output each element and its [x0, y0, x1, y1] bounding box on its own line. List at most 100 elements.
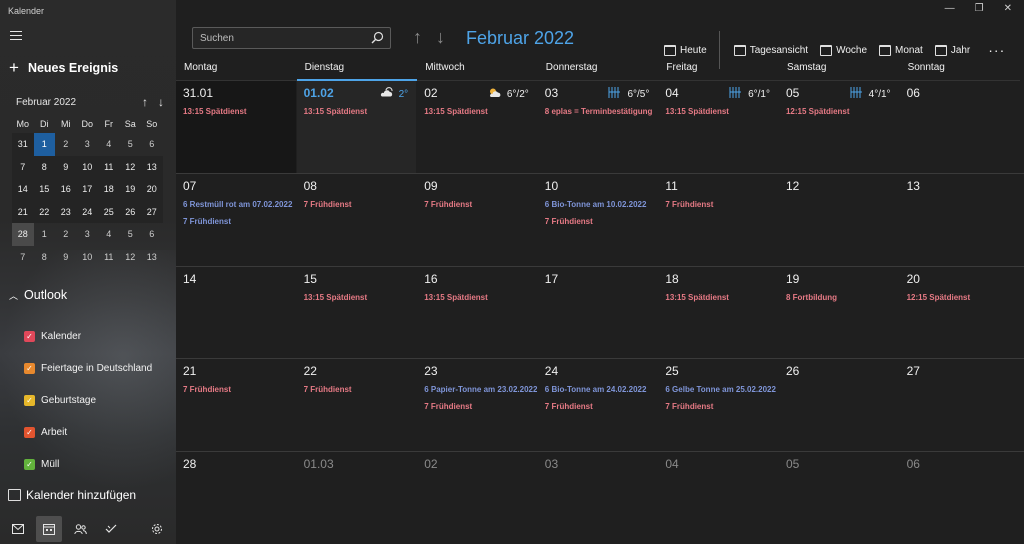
- calendar-item[interactable]: ✓ Arbeit: [24, 416, 152, 448]
- mini-calendar-day[interactable]: 25: [98, 200, 120, 224]
- mini-calendar-day[interactable]: 24: [76, 200, 98, 224]
- mini-calendar-day[interactable]: 5: [120, 223, 142, 246]
- calendar-item[interactable]: ✓ Müll: [24, 448, 152, 480]
- search-box[interactable]: [192, 27, 391, 49]
- event-item[interactable]: 13:15 Spätdienst: [424, 293, 537, 303]
- day-cell[interactable]: 20 12:15 Spätdienst: [900, 266, 1021, 359]
- mini-calendar-day[interactable]: 22: [33, 200, 55, 224]
- day-cell[interactable]: 24 6 Bio-Tonne am 24.02.2022 7 Frühdienst: [538, 359, 659, 452]
- day-cell[interactable]: 05 4°/1° 12:15 Spätdienst: [779, 81, 900, 173]
- checkbox-checked-icon[interactable]: ✓: [24, 394, 35, 406]
- previous-month-arrow-icon[interactable]: ↑: [413, 27, 422, 48]
- day-cell[interactable]: 17: [538, 266, 659, 359]
- day-cell[interactable]: 18 13:15 Spätdienst: [658, 266, 779, 359]
- mini-calendar-day[interactable]: 16: [55, 178, 77, 201]
- mini-calendar-day[interactable]: 23: [55, 200, 77, 224]
- minimize-icon[interactable]: —: [945, 3, 955, 14]
- event-item[interactable]: 12:15 Spätdienst: [786, 107, 899, 117]
- more-options-icon[interactable]: ···: [988, 42, 1005, 58]
- day-cell[interactable]: 06: [900, 81, 1021, 173]
- day-cell[interactable]: 04 6°/1° 13:15 Spätdienst: [658, 81, 779, 173]
- day-cell[interactable]: 12: [779, 173, 900, 266]
- calendar-item[interactable]: ✓ Geburtstage: [24, 384, 152, 416]
- mini-calendar-day[interactable]: 6: [141, 223, 163, 246]
- day-cell[interactable]: 02 6°/2° 13:15 Spätdienst: [417, 81, 538, 173]
- mini-calendar-day[interactable]: 15: [33, 178, 55, 201]
- today-button[interactable]: Heute: [664, 44, 707, 56]
- mini-calendar-day[interactable]: 13: [141, 155, 163, 179]
- day-cell[interactable]: 08 7 Frühdienst: [297, 173, 418, 266]
- mini-calendar-day[interactable]: 14: [12, 178, 34, 201]
- event-item[interactable]: 7 Frühdienst: [424, 402, 537, 412]
- mini-calendar-day[interactable]: 5: [120, 133, 142, 156]
- hamburger-menu-icon[interactable]: [10, 31, 22, 41]
- day-cell[interactable]: 31.01 13:15 Spätdienst: [176, 81, 297, 173]
- calendar-item[interactable]: ✓ Feiertage in Deutschland: [24, 352, 152, 384]
- day-cell[interactable]: 04: [658, 452, 779, 544]
- mini-calendar-day[interactable]: 27: [141, 200, 163, 224]
- month-title[interactable]: Februar 2022: [466, 28, 574, 49]
- checkbox-checked-icon[interactable]: ✓: [24, 458, 35, 470]
- event-item[interactable]: 8 eplas = Terminbestätigung: [545, 107, 658, 117]
- year-view-button[interactable]: Jahr: [934, 44, 970, 56]
- event-item[interactable]: 13:15 Spätdienst: [183, 107, 296, 117]
- mini-calendar-day[interactable]: 8: [33, 155, 55, 179]
- mini-calendar-day[interactable]: 4: [98, 133, 120, 156]
- day-cell[interactable]: 22 7 Frühdienst: [297, 359, 418, 452]
- event-item[interactable]: 13:15 Spätdienst: [304, 107, 417, 117]
- arrow-down-icon[interactable]: ↓: [158, 95, 164, 109]
- mini-calendar-day[interactable]: 17: [76, 178, 98, 201]
- mini-calendar-day[interactable]: 31: [12, 133, 34, 156]
- event-item[interactable]: 7 Frühdienst: [665, 200, 778, 210]
- search-icon[interactable]: [371, 31, 384, 44]
- day-cell[interactable]: 01.03: [297, 452, 418, 544]
- month-view-button[interactable]: Monat: [879, 44, 923, 56]
- arrow-up-icon[interactable]: ↑: [142, 95, 148, 109]
- settings-gear-icon[interactable]: [144, 516, 170, 542]
- mini-calendar-day[interactable]: 7: [12, 246, 34, 269]
- restore-icon[interactable]: ❐: [975, 3, 984, 14]
- event-item[interactable]: 8 Fortbildung: [786, 293, 899, 303]
- todo-icon[interactable]: [98, 516, 124, 542]
- day-cell[interactable]: 07 6 Restmüll rot am 07.02.2022 7 Frühdien…: [176, 173, 297, 266]
- event-item[interactable]: 6 Papier-Tonne am 23.02.2022: [424, 385, 537, 395]
- day-cell[interactable]: 23 6 Papier-Tonne am 23.02.2022 7 Frühdien…: [417, 359, 538, 452]
- mini-calendar-day[interactable]: 12: [119, 155, 141, 179]
- event-item[interactable]: 12:15 Spätdienst: [907, 293, 1020, 303]
- event-item[interactable]: 13:15 Spätdienst: [665, 293, 778, 303]
- mini-calendar-day[interactable]: 4: [98, 223, 120, 246]
- mini-calendar-day[interactable]: 7: [12, 155, 34, 179]
- day-cell[interactable]: 09 7 Frühdienst: [417, 173, 538, 266]
- day-cell[interactable]: 26: [779, 359, 900, 452]
- mini-calendar-month[interactable]: Februar 2022: [16, 97, 76, 108]
- day-cell[interactable]: 06: [900, 452, 1021, 544]
- event-item[interactable]: 6 Gelbe Tonne am 25.02.2022: [665, 385, 778, 395]
- mini-calendar-day[interactable]: 28: [12, 223, 34, 246]
- mail-icon[interactable]: [5, 516, 31, 542]
- calendar-nav-icon[interactable]: [36, 516, 62, 542]
- mini-calendar-day[interactable]: 8: [34, 246, 56, 269]
- day-cell[interactable]: 27: [900, 359, 1021, 452]
- day-cell[interactable]: 05: [779, 452, 900, 544]
- day-cell[interactable]: 03 6°/5° 8 eplas = Terminbestätigung: [538, 81, 659, 173]
- mini-calendar-day[interactable]: 2: [55, 223, 77, 246]
- next-month-arrow-icon[interactable]: ↓: [436, 27, 445, 48]
- day-cell[interactable]: 21 7 Frühdienst: [176, 359, 297, 452]
- mini-calendar-day[interactable]: 18: [98, 178, 120, 201]
- mini-calendar-day[interactable]: 1: [34, 223, 56, 246]
- mini-calendar-day[interactable]: 10: [76, 155, 98, 179]
- mini-calendar-day[interactable]: 9: [55, 155, 77, 179]
- event-item[interactable]: 6 Restmüll rot am 07.02.2022: [183, 200, 296, 210]
- day-cell[interactable]: 02: [417, 452, 538, 544]
- checkbox-checked-icon[interactable]: ✓: [24, 426, 35, 438]
- mini-calendar-day[interactable]: 11: [98, 246, 120, 269]
- event-item[interactable]: 7 Frühdienst: [424, 200, 537, 210]
- event-item[interactable]: 13:15 Spätdienst: [424, 107, 537, 117]
- event-item[interactable]: 13:15 Spätdienst: [304, 293, 417, 303]
- mini-calendar-day[interactable]: 20: [141, 178, 163, 201]
- mini-calendar-day[interactable]: 19: [119, 178, 141, 201]
- add-calendar-button[interactable]: Kalender hinzufügen: [8, 488, 136, 502]
- week-view-button[interactable]: Woche: [820, 44, 867, 56]
- mini-calendar-day[interactable]: 3: [77, 223, 99, 246]
- day-cell[interactable]: 11 7 Frühdienst: [658, 173, 779, 266]
